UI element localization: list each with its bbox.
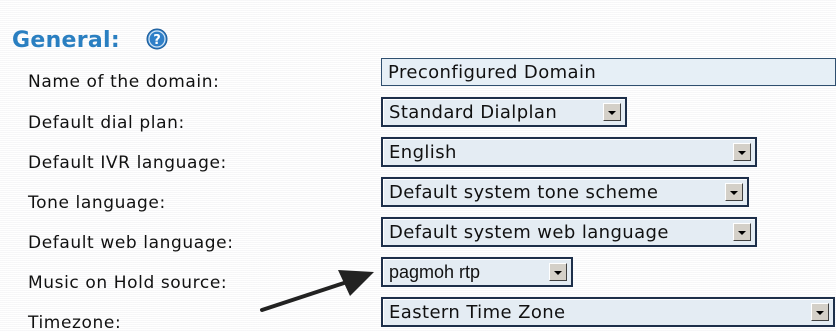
dial-plan-value: Standard Dialplan xyxy=(389,102,558,123)
ivr-language-label: Default IVR language: xyxy=(28,153,227,173)
svg-text:?: ? xyxy=(153,33,161,48)
web-language-select[interactable]: Default system web language xyxy=(381,217,757,247)
domain-name-label: Name of the domain: xyxy=(28,72,220,92)
ivr-language-select[interactable]: English xyxy=(381,137,757,167)
web-language-value: Default system web language xyxy=(389,222,669,243)
chevron-down-icon[interactable] xyxy=(603,103,621,121)
section-title: General: xyxy=(12,28,120,53)
timezone-label: Timezone: xyxy=(28,313,122,333)
tone-language-label: Tone language: xyxy=(28,193,166,213)
moh-source-label: Music on Hold source: xyxy=(28,273,228,293)
web-language-label: Default web language: xyxy=(28,233,234,253)
dial-plan-select[interactable]: Standard Dialplan xyxy=(381,97,627,127)
domain-name-field[interactable]: Preconfigured Domain xyxy=(381,58,836,86)
chevron-down-icon[interactable] xyxy=(549,263,567,281)
moh-source-select[interactable]: pagmoh rtp xyxy=(381,257,573,287)
chevron-down-icon[interactable] xyxy=(733,223,751,241)
timezone-value: Eastern Time Zone xyxy=(389,302,566,323)
chevron-down-icon[interactable] xyxy=(725,183,743,201)
moh-source-value: pagmoh rtp xyxy=(389,262,481,282)
tone-language-select[interactable]: Default system tone scheme xyxy=(381,177,749,207)
chevron-down-icon[interactable] xyxy=(733,143,751,161)
chevron-down-icon[interactable] xyxy=(811,303,829,321)
tone-language-value: Default system tone scheme xyxy=(389,182,659,203)
ivr-language-value: English xyxy=(389,142,457,163)
timezone-select[interactable]: Eastern Time Zone xyxy=(381,297,835,327)
domain-name-value: Preconfigured Domain xyxy=(388,62,597,83)
dial-plan-label: Default dial plan: xyxy=(28,113,185,133)
question-circle-icon[interactable]: ? xyxy=(146,28,168,50)
